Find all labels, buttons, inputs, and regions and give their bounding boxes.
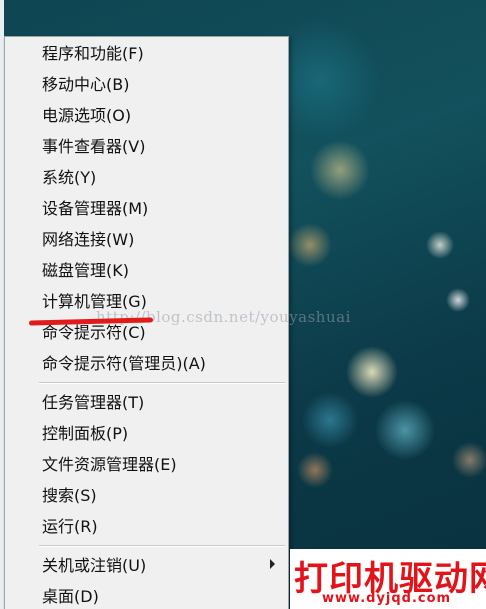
menu-item-run[interactable]: 运行(R) xyxy=(6,511,287,539)
menu-item-label: 任务管理器(T) xyxy=(42,393,145,412)
menu-item-disk-management[interactable]: 磁盘管理(K) xyxy=(6,255,287,283)
menu-item-label: 移动中心(B) xyxy=(42,75,130,94)
menu-item-label: 命令提示符(管理员)(A) xyxy=(42,354,206,373)
menu-item-system[interactable]: 系统(Y) xyxy=(6,162,287,190)
menu-item-search[interactable]: 搜索(S) xyxy=(6,480,287,508)
menu-item-power-options[interactable]: 电源选项(O) xyxy=(6,100,287,128)
menu-item-control-panel[interactable]: 控制面板(P) xyxy=(6,418,287,446)
menu-item-label: 文件资源管理器(E) xyxy=(42,455,177,474)
chevron-right-icon xyxy=(270,559,275,569)
brand-logo: 打印机驱动网 www.dyjqd.com xyxy=(290,549,486,609)
menu-item-label: 网络连接(W) xyxy=(42,230,135,249)
menu-item-programs-features[interactable]: 程序和功能(F) xyxy=(6,38,287,66)
menu-item-label: 电源选项(O) xyxy=(42,106,132,125)
menu-item-label: 桌面(D) xyxy=(42,587,99,606)
menu-item-shutdown-signout[interactable]: 关机或注销(U) xyxy=(6,550,287,578)
menu-item-label: 磁盘管理(K) xyxy=(42,261,129,280)
menu-item-desktop[interactable]: 桌面(D) xyxy=(6,581,287,609)
menu-item-device-manager[interactable]: 设备管理器(M) xyxy=(6,193,287,221)
menu-item-label: 控制面板(P) xyxy=(42,424,129,443)
menu-separator xyxy=(39,545,285,547)
menu-item-label: 设备管理器(M) xyxy=(42,199,149,218)
menu-item-label: 程序和功能(F) xyxy=(42,44,144,63)
brand-logo-url: www.dyjqd.com xyxy=(322,591,452,606)
menu-item-command-prompt-admin[interactable]: 命令提示符(管理员)(A) xyxy=(6,348,287,376)
menu-item-mobility-center[interactable]: 移动中心(B) xyxy=(6,69,287,97)
menu-item-file-explorer[interactable]: 文件资源管理器(E) xyxy=(6,449,287,477)
menu-item-label: 关机或注销(U) xyxy=(42,556,147,575)
menu-item-label: 系统(Y) xyxy=(42,168,97,187)
menu-item-network-connections[interactable]: 网络连接(W) xyxy=(6,224,287,252)
menu-item-label: 事件查看器(V) xyxy=(42,137,146,156)
menu-item-label: 运行(R) xyxy=(42,517,98,536)
menu-item-event-viewer[interactable]: 事件查看器(V) xyxy=(6,131,287,159)
menu-item-task-manager[interactable]: 任务管理器(T) xyxy=(6,387,287,415)
menu-item-label: 搜索(S) xyxy=(42,486,97,505)
menu-separator xyxy=(39,382,285,384)
